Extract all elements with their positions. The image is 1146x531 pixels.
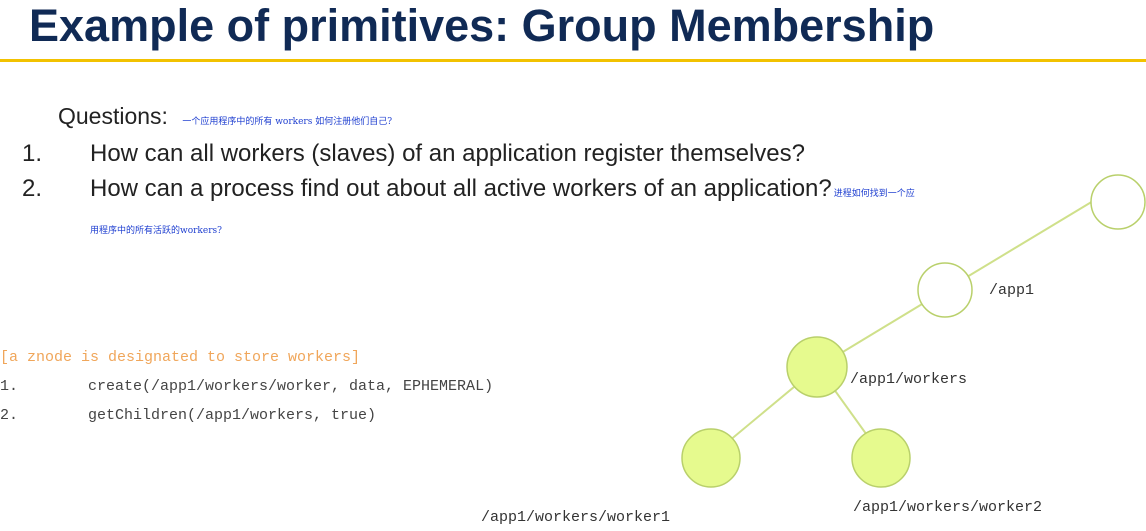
node-label-worker1: /app1/workers/worker1 (481, 509, 670, 526)
node-label-workers: /app1/workers (850, 371, 967, 388)
node-app1 (917, 262, 973, 318)
node-worker1 (681, 428, 741, 488)
znode-tree: / /app1 /app1/workers /app1/workers/work… (481, 174, 1146, 526)
node-label-worker2: /app1/workers/worker2 (853, 499, 1042, 516)
node-worker2 (851, 428, 911, 488)
tree-edges (710, 182, 1124, 457)
node-workers (786, 336, 848, 398)
tree-nodes (681, 174, 1146, 488)
node-root (1090, 174, 1146, 230)
node-label-app1: /app1 (989, 282, 1034, 299)
